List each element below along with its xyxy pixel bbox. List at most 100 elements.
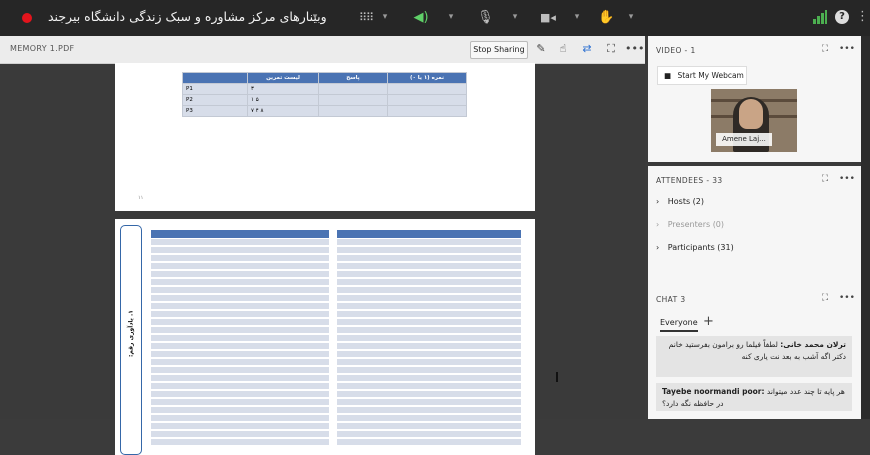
mic-icon[interactable]: 🎙︎ [477,8,494,28]
table-row [151,335,329,342]
table-row [337,239,521,246]
more-options-icon[interactable]: ••• [839,292,855,304]
table-row [337,287,521,294]
table-row [151,239,329,246]
apps-icon[interactable]: ⠿⠿ [355,8,377,28]
video-count: 1 [690,46,696,55]
attendees-count: 33 [712,176,723,185]
chevron-down-icon[interactable]: ▾ [308,10,322,24]
table-row [337,359,521,366]
camera-icon: ■ [664,71,672,80]
pdf-page: ۱. یادآوری رقم: [115,219,535,455]
chevron-right-icon: › [656,220,660,229]
attendees-pod: ATTENDEES - 33 ⛶ ••• › Hosts (2) › Prese… [648,166,861,285]
chevron-down-icon[interactable]: ▾ [444,10,458,24]
chat-count: 3 [680,295,686,304]
text-cursor [556,372,558,382]
more-icon[interactable]: ⋮ [856,10,869,30]
table-row [337,319,521,326]
table-row [151,295,329,302]
table-row [337,439,521,446]
table-row: ۵ ۱ P2 [182,94,467,106]
table-row [337,343,521,350]
attendee-group-participants[interactable]: › Participants (31) [656,243,734,252]
fullscreen-icon[interactable]: ⛶ [819,43,831,55]
chevron-down-icon[interactable]: ▾ [378,10,392,24]
more-options-icon[interactable]: ••• [839,43,855,55]
chat-tab-everyone[interactable]: Everyone [660,318,698,332]
chevron-right-icon: › [656,197,660,206]
table-row [151,367,329,374]
table-row [337,383,521,390]
chat-pod: CHAT 3 ⛶ ••• Everyone + ترلان محمد خانی:… [648,285,861,419]
speaker-icon[interactable]: ◀) [412,8,430,28]
table-row [337,367,521,374]
table-row [151,327,329,334]
chevron-down-icon[interactable]: ▾ [624,10,638,24]
share-pod: MEMORY 1.PDF Stop Sharing ✎ ☝ ⇄ ⛶ ••• نم… [0,36,645,455]
table-row [151,399,329,406]
table-row: ۸ ۴ ۷ P3 [182,105,467,117]
table-row [151,271,329,278]
fullscreen-icon[interactable]: ⛶ [819,173,831,185]
table-header [151,230,329,238]
video-pod-header: VIDEO - 1 ⛶ ••• [656,43,855,55]
chat-message: Tayebe noormandi poor: هر پایه تا چند عد… [656,383,852,411]
table-header: نمره (۱ یا ۰) [387,72,467,84]
table-row [151,263,329,270]
table-row [337,399,521,406]
attendees-pod-title: ATTENDEES [656,176,704,185]
table-row [151,431,329,438]
chat-pod-header: CHAT 3 ⛶ ••• [648,285,861,312]
table-row [337,263,521,270]
table-row [337,271,521,278]
table-row [151,311,329,318]
table-row [337,391,521,398]
attendee-group-hosts[interactable]: › Hosts (2) [656,197,704,206]
camera-icon[interactable]: ■◂ [540,8,556,28]
table-row [151,287,329,294]
top-bar: وبینارهای مرکز مشاوره و سبک زندگی دانشگا… [0,0,870,36]
table-row [151,423,329,430]
fullscreen-icon[interactable]: ⛶ [604,42,618,56]
right-panel: VIDEO - 1 ⛶ ••• ■ Start My Webcam Amene … [648,36,870,419]
chevron-down-icon[interactable]: ▾ [508,10,522,24]
start-webcam-button[interactable]: ■ Start My Webcam [657,66,747,85]
meeting-title[interactable]: وبینارهای مرکز مشاوره و سبک زندگی دانشگا… [48,9,327,24]
table-row [151,247,329,254]
digit-table [151,230,329,454]
participant-video[interactable]: Amene Laj... [711,89,797,152]
table-row [151,255,329,262]
section-label: ۱. یادآوری رقم: [120,225,142,455]
scrollbar[interactable] [861,36,870,419]
table-row [151,303,329,310]
table-row [151,391,329,398]
sync-icon[interactable]: ⇄ [580,42,594,56]
chevron-down-icon[interactable]: ▾ [570,10,584,24]
table-header: پاسخ [318,72,388,84]
chat-author: ترلان محمد خانی: [780,340,846,349]
table-row [151,319,329,326]
share-pod-header: MEMORY 1.PDF Stop Sharing ✎ ☝ ⇄ ⛶ ••• [0,36,645,64]
pen-icon[interactable]: ✎ [534,42,548,56]
stop-sharing-button[interactable]: Stop Sharing [470,41,528,59]
add-chat-tab-icon[interactable]: + [703,314,714,329]
table-row [337,295,521,302]
table-header [337,230,521,238]
table-row [151,375,329,382]
table-row [337,375,521,382]
more-options-icon[interactable]: ••• [625,42,644,56]
record-icon[interactable] [22,13,32,23]
attendee-group-presenters[interactable]: › Presenters (0) [656,220,724,229]
more-options-icon[interactable]: ••• [839,173,855,185]
raise-hand-icon[interactable]: ✋ [598,8,614,28]
table-row: ۳ P1 [182,83,467,95]
pointer-icon[interactable]: ☝ [556,42,570,56]
participant-name: Amene Laj... [716,133,772,146]
table-row [337,351,521,358]
share-pod-title: MEMORY 1.PDF [10,44,75,53]
fullscreen-icon[interactable]: ⛶ [819,292,831,304]
table-row [151,439,329,446]
help-icon[interactable]: ? [835,10,849,24]
digit-table [337,230,521,454]
